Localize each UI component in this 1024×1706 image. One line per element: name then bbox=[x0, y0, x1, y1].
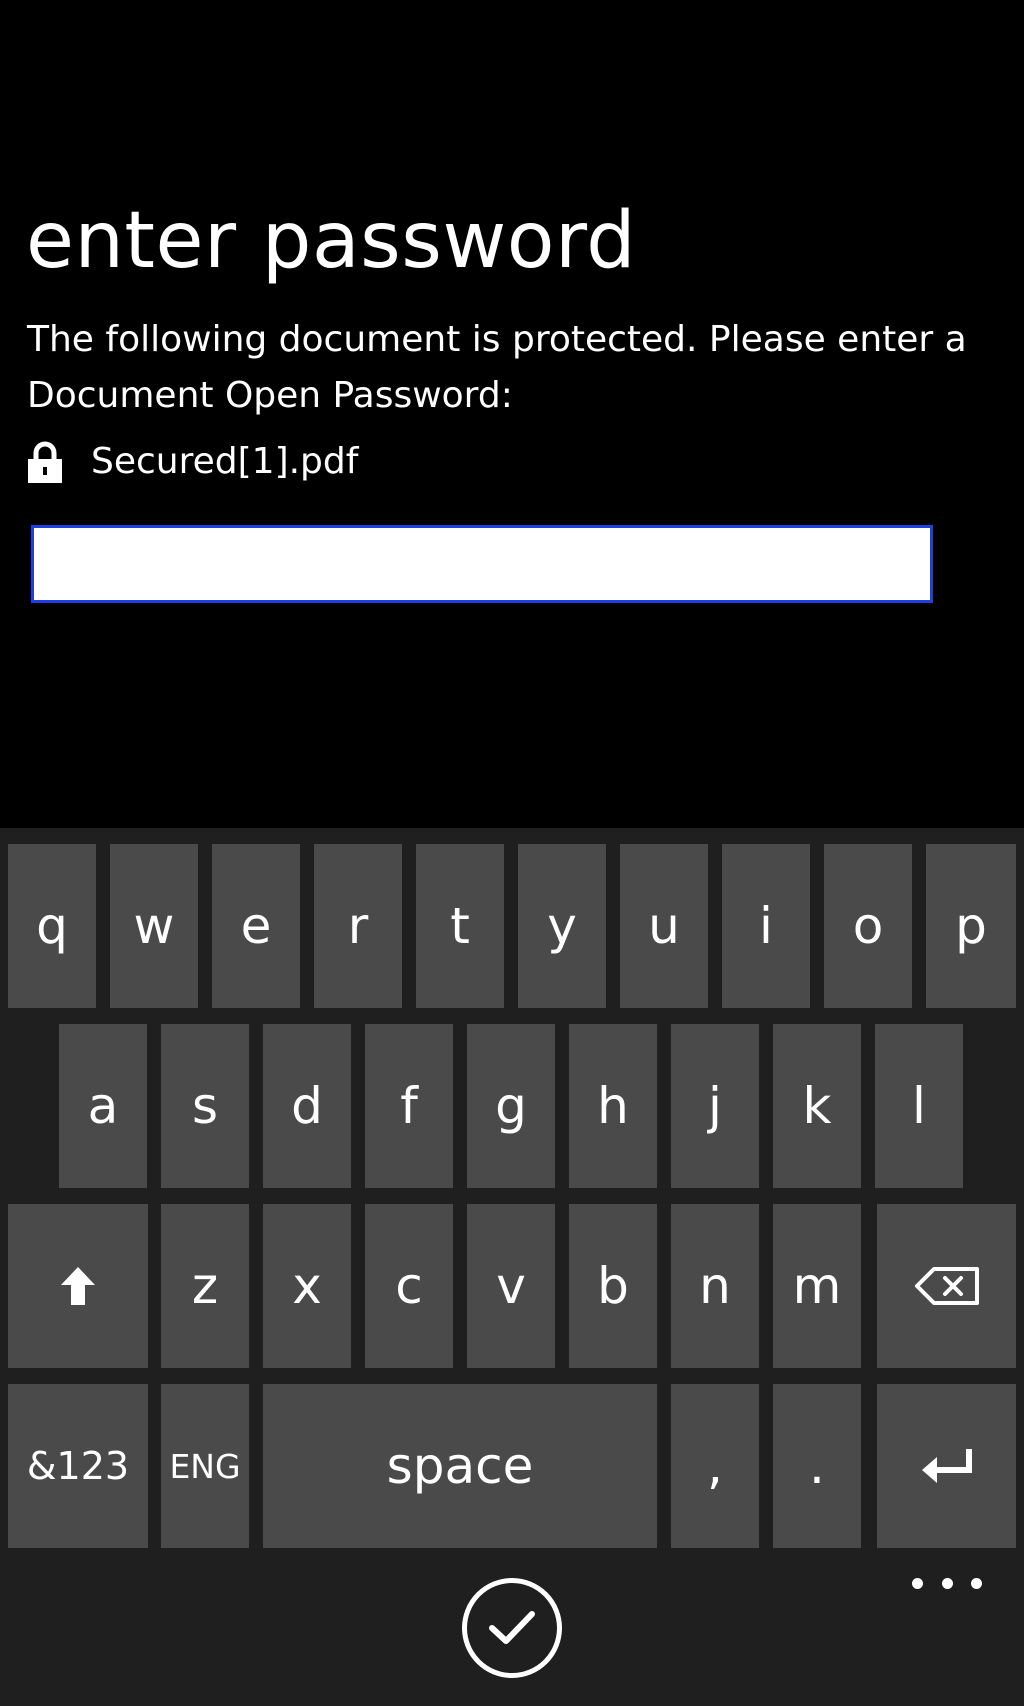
comma-key[interactable]: , bbox=[671, 1384, 759, 1548]
key-label: v bbox=[496, 1257, 526, 1315]
key-label: b bbox=[597, 1257, 629, 1315]
file-info: Secured[1].pdf bbox=[27, 434, 358, 490]
shift-key[interactable] bbox=[8, 1204, 148, 1368]
key-label: &123 bbox=[26, 1444, 130, 1488]
key-f[interactable]: f bbox=[365, 1024, 453, 1188]
key-label: space bbox=[386, 1437, 534, 1495]
key-n[interactable]: n bbox=[671, 1204, 759, 1368]
key-label: o bbox=[852, 897, 884, 955]
key-x[interactable]: x bbox=[263, 1204, 351, 1368]
period-key[interactable]: . bbox=[773, 1384, 861, 1548]
key-v[interactable]: v bbox=[467, 1204, 555, 1368]
key-a[interactable]: a bbox=[59, 1024, 147, 1188]
key-g[interactable]: g bbox=[467, 1024, 555, 1188]
key-label: d bbox=[291, 1077, 323, 1135]
key-label: r bbox=[347, 897, 369, 955]
key-i[interactable]: i bbox=[722, 844, 810, 1008]
key-label: i bbox=[759, 897, 773, 955]
key-label: s bbox=[191, 1077, 219, 1135]
key-label: q bbox=[36, 897, 68, 955]
key-m[interactable]: m bbox=[773, 1204, 861, 1368]
key-label: l bbox=[912, 1077, 926, 1135]
key-label: k bbox=[802, 1077, 832, 1135]
key-y[interactable]: y bbox=[518, 844, 606, 1008]
key-label: t bbox=[450, 897, 470, 955]
key-z[interactable]: z bbox=[161, 1204, 249, 1368]
key-q[interactable]: q bbox=[8, 844, 96, 1008]
key-b[interactable]: b bbox=[569, 1204, 657, 1368]
key-o[interactable]: o bbox=[824, 844, 912, 1008]
more-dot bbox=[912, 1577, 923, 1589]
key-label: w bbox=[133, 897, 175, 955]
key-label: p bbox=[955, 897, 987, 955]
key-t[interactable]: t bbox=[416, 844, 504, 1008]
file-name: Secured[1].pdf bbox=[91, 441, 359, 482]
key-label: y bbox=[547, 897, 577, 955]
page-title: enter password bbox=[26, 196, 637, 286]
checkmark-icon bbox=[489, 1611, 535, 1644]
key-k[interactable]: k bbox=[773, 1024, 861, 1188]
key-label: h bbox=[597, 1077, 629, 1135]
key-c[interactable]: c bbox=[365, 1204, 453, 1368]
more-dot bbox=[941, 1577, 953, 1589]
lock-icon bbox=[28, 441, 62, 483]
password-input[interactable] bbox=[31, 525, 933, 603]
key-label: u bbox=[648, 897, 680, 955]
key-label: j bbox=[708, 1077, 722, 1135]
key-label: g bbox=[495, 1077, 527, 1135]
key-label: c bbox=[395, 1257, 423, 1315]
more-icon[interactable] bbox=[912, 1568, 982, 1598]
enter-key[interactable] bbox=[877, 1384, 1016, 1548]
key-e[interactable]: e bbox=[212, 844, 300, 1008]
language-key[interactable]: ENG bbox=[161, 1384, 249, 1548]
description-text: The following document is protected. Ple… bbox=[27, 319, 967, 416]
key-label: e bbox=[240, 897, 272, 955]
key-label: m bbox=[792, 1257, 842, 1315]
key-w[interactable]: w bbox=[110, 844, 198, 1008]
key-label: , bbox=[707, 1437, 723, 1495]
key-label: x bbox=[292, 1257, 322, 1315]
key-label: n bbox=[699, 1257, 731, 1315]
key-p[interactable]: p bbox=[926, 844, 1016, 1008]
key-r[interactable]: r bbox=[314, 844, 402, 1008]
space-key[interactable]: space bbox=[263, 1384, 657, 1548]
key-label: z bbox=[191, 1257, 219, 1315]
key-label: ENG bbox=[169, 1446, 241, 1486]
key-h[interactable]: h bbox=[569, 1024, 657, 1188]
key-label: f bbox=[400, 1077, 418, 1135]
enter-icon bbox=[921, 1449, 972, 1483]
shift-icon bbox=[61, 1267, 95, 1305]
key-u[interactable]: u bbox=[620, 844, 708, 1008]
accept-button[interactable] bbox=[462, 1578, 562, 1678]
on-screen-keyboard: q w e r t y u i o p a s d f g h j k l z … bbox=[0, 828, 1024, 1706]
more-dot bbox=[971, 1577, 982, 1589]
symbols-key[interactable]: &123 bbox=[8, 1384, 148, 1548]
backspace-key[interactable] bbox=[877, 1204, 1016, 1368]
key-label: . bbox=[809, 1437, 825, 1495]
key-l[interactable]: l bbox=[875, 1024, 963, 1188]
backspace-icon bbox=[914, 1267, 979, 1305]
key-j[interactable]: j bbox=[671, 1024, 759, 1188]
key-d[interactable]: d bbox=[263, 1024, 351, 1188]
key-s[interactable]: s bbox=[161, 1024, 249, 1188]
key-label: a bbox=[87, 1077, 119, 1135]
